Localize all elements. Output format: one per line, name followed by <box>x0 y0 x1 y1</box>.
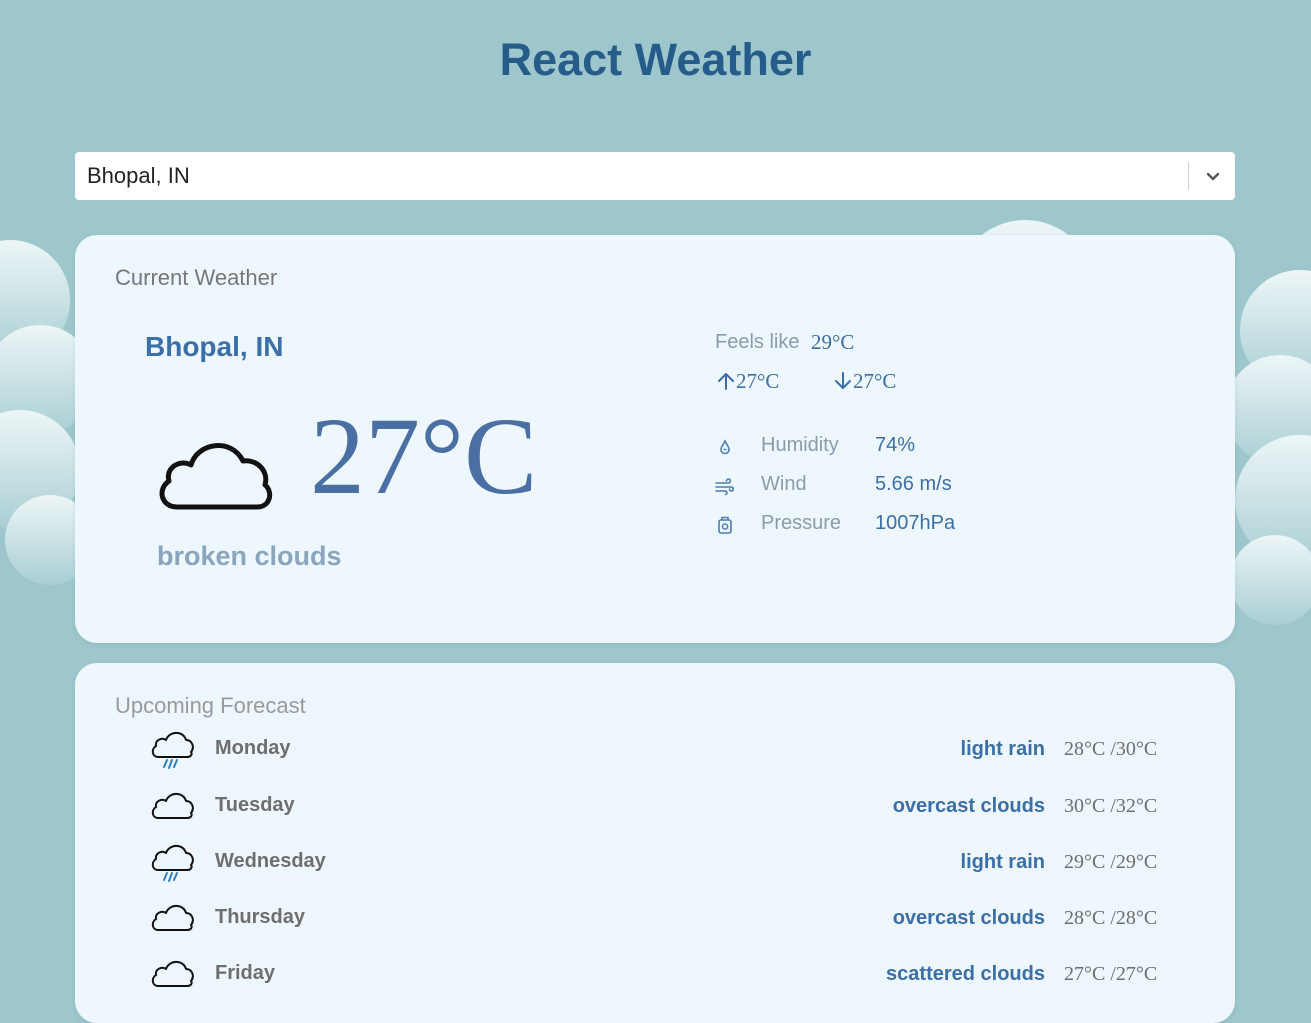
feels-like-value: 29°C <box>811 330 855 354</box>
forecast-row-wednesday[interactable]: Wednesday light rain 29°C /29°C <box>75 840 1235 890</box>
weather-description: broken clouds <box>157 541 342 571</box>
select-separator <box>1188 162 1189 190</box>
humidity-label: Humidity <box>761 434 839 456</box>
cloud-icon <box>151 904 194 931</box>
forecast-description: light rain <box>960 738 1045 760</box>
forecast-description: light rain <box>960 851 1045 873</box>
forecast-day: Tuesday <box>215 794 295 816</box>
chevron-down-icon[interactable] <box>1203 166 1223 186</box>
temp-max-value: 27°C <box>736 369 780 393</box>
humidity-drop-icon <box>720 439 730 455</box>
forecast-day: Thursday <box>215 906 306 928</box>
rain-cloud-icon <box>151 844 194 882</box>
arrow-up-icon <box>718 373 734 390</box>
city-select[interactable]: Bhopal, IN <box>75 152 1235 200</box>
city-select-value[interactable]: Bhopal, IN <box>87 163 190 189</box>
detail-humidity: Humidity 74% <box>715 434 1115 460</box>
temp-max: 27°C <box>716 369 779 394</box>
humidity-value: 74% <box>875 434 916 456</box>
forecast-temps: 27°C /27°C <box>1064 963 1158 985</box>
forecast-row-tuesday[interactable]: Tuesday overcast clouds 30°C /32°C <box>75 784 1235 834</box>
wind-label: Wind <box>761 473 807 495</box>
detail-wind: Wind 5.66 m/s <box>715 473 1115 499</box>
forecast-temps: 28°C /30°C <box>1064 738 1158 760</box>
temp-min: 27°C <box>833 369 896 394</box>
pressure-value: 1007hPa <box>875 512 956 534</box>
forecast-temps: 28°C /28°C <box>1064 907 1158 929</box>
forecast-row-thursday[interactable]: Thursday overcast clouds 28°C /28°C <box>75 896 1235 946</box>
forecast-temps: 29°C /29°C <box>1064 851 1158 873</box>
forecast-description: overcast clouds <box>892 795 1045 817</box>
forecast-title: Upcoming Forecast <box>115 693 306 718</box>
detail-pressure: Pressure 1007hPa <box>715 512 1115 538</box>
forecast-description: overcast clouds <box>892 907 1045 929</box>
cloud-icon <box>151 960 194 987</box>
temp-min-value: 27°C <box>853 369 897 393</box>
forecast-day: Wednesday <box>215 850 326 872</box>
forecast-temps: 30°C /32°C <box>1064 795 1158 817</box>
forecast-row-monday[interactable]: Monday light rain 28°C /30°C <box>75 727 1235 777</box>
forecast-row-friday[interactable]: Friday scattered clouds 27°C /27°C <box>75 952 1235 1002</box>
city-name: Bhopal, IN <box>145 331 284 362</box>
wind-icon <box>715 478 735 496</box>
current-weather-title: Current Weather <box>115 265 278 290</box>
feels-like-label: Feels like <box>715 331 800 353</box>
rain-cloud-icon <box>151 731 194 769</box>
pressure-label: Pressure <box>761 512 842 534</box>
forecast-day: Monday <box>215 737 291 759</box>
arrow-down-icon <box>835 372 851 389</box>
current-weather-card: Current Weather Bhopal, IN 27°C broken c… <box>75 235 1235 643</box>
cloud-icon <box>151 792 194 819</box>
cloud-icon <box>159 443 273 510</box>
forecast-card: Upcoming Forecast Monday light rain 28°C… <box>75 663 1235 1023</box>
app-title: React Weather <box>499 34 812 85</box>
current-temperature: 27°C <box>310 395 538 517</box>
forecast-description: scattered clouds <box>886 963 1045 985</box>
forecast-day: Friday <box>215 962 276 984</box>
wind-value: 5.66 m/s <box>875 473 952 495</box>
pressure-icon <box>718 516 732 534</box>
